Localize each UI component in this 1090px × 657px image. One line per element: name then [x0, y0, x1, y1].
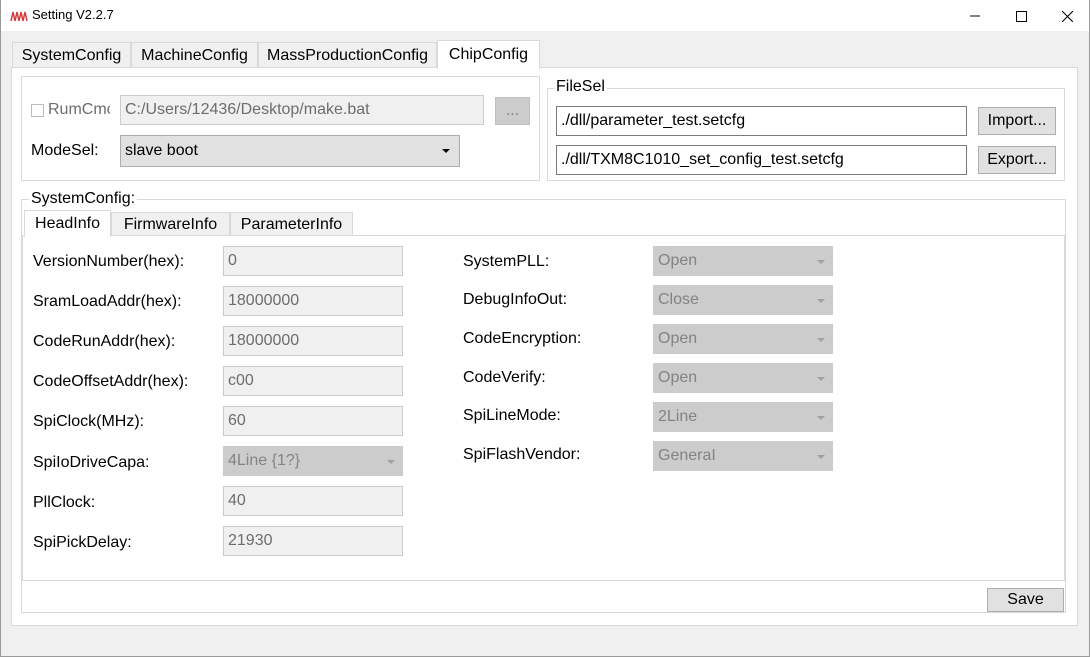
browse-button[interactable]: ...: [495, 97, 530, 125]
tab-label: SystemConfig: [21, 46, 122, 64]
debuginfoout-select[interactable]: Close: [653, 285, 833, 315]
close-button[interactable]: [1044, 0, 1090, 32]
minimize-icon: [970, 15, 980, 17]
coderunaddr-field[interactable]: 18000000: [223, 326, 403, 356]
codeverify-label: CodeVerify:: [463, 369, 546, 386]
chevron-down-icon: [817, 260, 825, 264]
modesel-label: ModeSel:: [31, 142, 99, 159]
spilinemode-select[interactable]: 2Line: [653, 402, 833, 432]
versionnumber-field[interactable]: 0: [223, 246, 403, 276]
pllclock-field[interactable]: 40: [223, 486, 403, 516]
modesel-value: slave boot: [125, 142, 198, 159]
tab-firmwareinfo[interactable]: FirmwareInfo: [111, 212, 230, 237]
debuginfoout-label: DebugInfoOut:: [463, 291, 568, 308]
coderunaddr-label: CodeRunAddr(hex):: [33, 333, 176, 350]
run-path-input[interactable]: C:/Users/12436/Desktop/make.bat: [120, 95, 484, 125]
import-button[interactable]: Import...: [978, 107, 1056, 135]
chevron-down-icon: [817, 299, 825, 303]
minimize-button[interactable]: [952, 0, 998, 32]
spiiodrivecapa-value: 4Line {1?}: [228, 452, 301, 469]
filesel-title: FileSel: [554, 78, 607, 96]
systempll-value: Open: [658, 252, 698, 269]
debuginfoout-value: Close: [658, 291, 699, 308]
codeencryption-select[interactable]: Open: [653, 324, 833, 354]
title-bar: [0, 0, 1090, 32]
sramloadaddr-field[interactable]: 18000000: [223, 286, 403, 316]
close-icon: [1061, 10, 1073, 22]
spiflashvendor-label: SpiFlashVendor:: [463, 446, 581, 463]
spiiodrivecapa-select[interactable]: 4Line {1?}: [223, 446, 403, 476]
codeoffsetaddr-field[interactable]: c00: [223, 366, 403, 396]
tab-chipconfig[interactable]: ChipConfig: [437, 40, 540, 69]
sramloadaddr-label: SramLoadAddr(hex):: [33, 293, 182, 310]
chevron-down-icon: [817, 338, 825, 342]
chevron-down-icon: [442, 149, 450, 153]
codeoffsetaddr-label: CodeOffsetAddr(hex):: [33, 373, 189, 390]
versionnumber-label: VersionNumber(hex):: [33, 253, 185, 270]
tab-label: FirmwareInfo: [123, 216, 218, 233]
systempll-label: SystemPLL:: [463, 253, 550, 270]
systemconfig-title: SystemConfig:: [29, 190, 138, 208]
spilinemode-value: 2Line: [658, 408, 698, 425]
tab-machineconfig[interactable]: MachineConfig: [131, 42, 258, 68]
maximize-button[interactable]: [998, 0, 1044, 32]
spipickdelay-field[interactable]: 21930: [223, 526, 403, 556]
window-border: [0, 0, 1, 657]
chevron-down-icon: [817, 416, 825, 420]
waveform-icon: [10, 11, 28, 22]
tab-systemconfig[interactable]: SystemConfig: [12, 42, 131, 68]
tab-headinfo[interactable]: HeadInfo: [24, 210, 111, 237]
tab-massproductionconfig[interactable]: MassProductionConfig: [258, 42, 437, 68]
tab-label: ChipConfig: [448, 46, 529, 63]
codeverify-value: Open: [658, 369, 698, 386]
spiflashvendor-value: GeneraI: [658, 447, 716, 464]
systempll-select[interactable]: Open: [653, 246, 833, 276]
window-title: Setting V2.2.7: [32, 7, 114, 22]
chevron-down-icon: [817, 455, 825, 459]
spiclock-field[interactable]: 60: [223, 406, 403, 436]
spiiodrivecapa-label: SpiIoDriveCapa:: [33, 454, 150, 471]
spilinemode-label: SpiLineMode:: [463, 407, 561, 424]
spiflashvendor-select[interactable]: GeneraI: [653, 441, 833, 471]
codeverify-select[interactable]: Open: [653, 363, 833, 393]
maximize-icon: [1015, 10, 1027, 22]
tab-label: ParameterInfo: [240, 216, 343, 233]
tab-parameterinfo[interactable]: ParameterInfo: [230, 212, 353, 237]
modesel-select[interactable]: slave boot: [120, 135, 460, 167]
export-path-input[interactable]: ./dll/TXM8C1010_set_config_test.setcfg: [556, 145, 967, 175]
export-button[interactable]: Export...: [978, 146, 1056, 174]
codeencryption-label: CodeEncryption:: [463, 330, 582, 347]
import-path-input[interactable]: ./dll/parameter_test.setcfg: [556, 106, 967, 136]
chevron-down-icon: [817, 377, 825, 381]
codeencryption-value: Open: [658, 330, 698, 347]
runcmd-checkbox[interactable]: [31, 104, 44, 117]
chevron-down-icon: [387, 460, 395, 464]
tab-label: HeadInfo: [35, 215, 100, 232]
spiclock-label: SpiClock(MHz):: [33, 413, 145, 430]
save-button[interactable]: Save: [987, 588, 1064, 612]
runcmd-label: RumCmc: [48, 101, 110, 118]
tab-label: MachineConfig: [141, 46, 248, 64]
spipickdelay-label: SpiPickDelay:: [33, 534, 132, 551]
tab-label: MassProductionConfig: [267, 46, 428, 64]
pllclock-label: PllClock:: [33, 494, 96, 511]
